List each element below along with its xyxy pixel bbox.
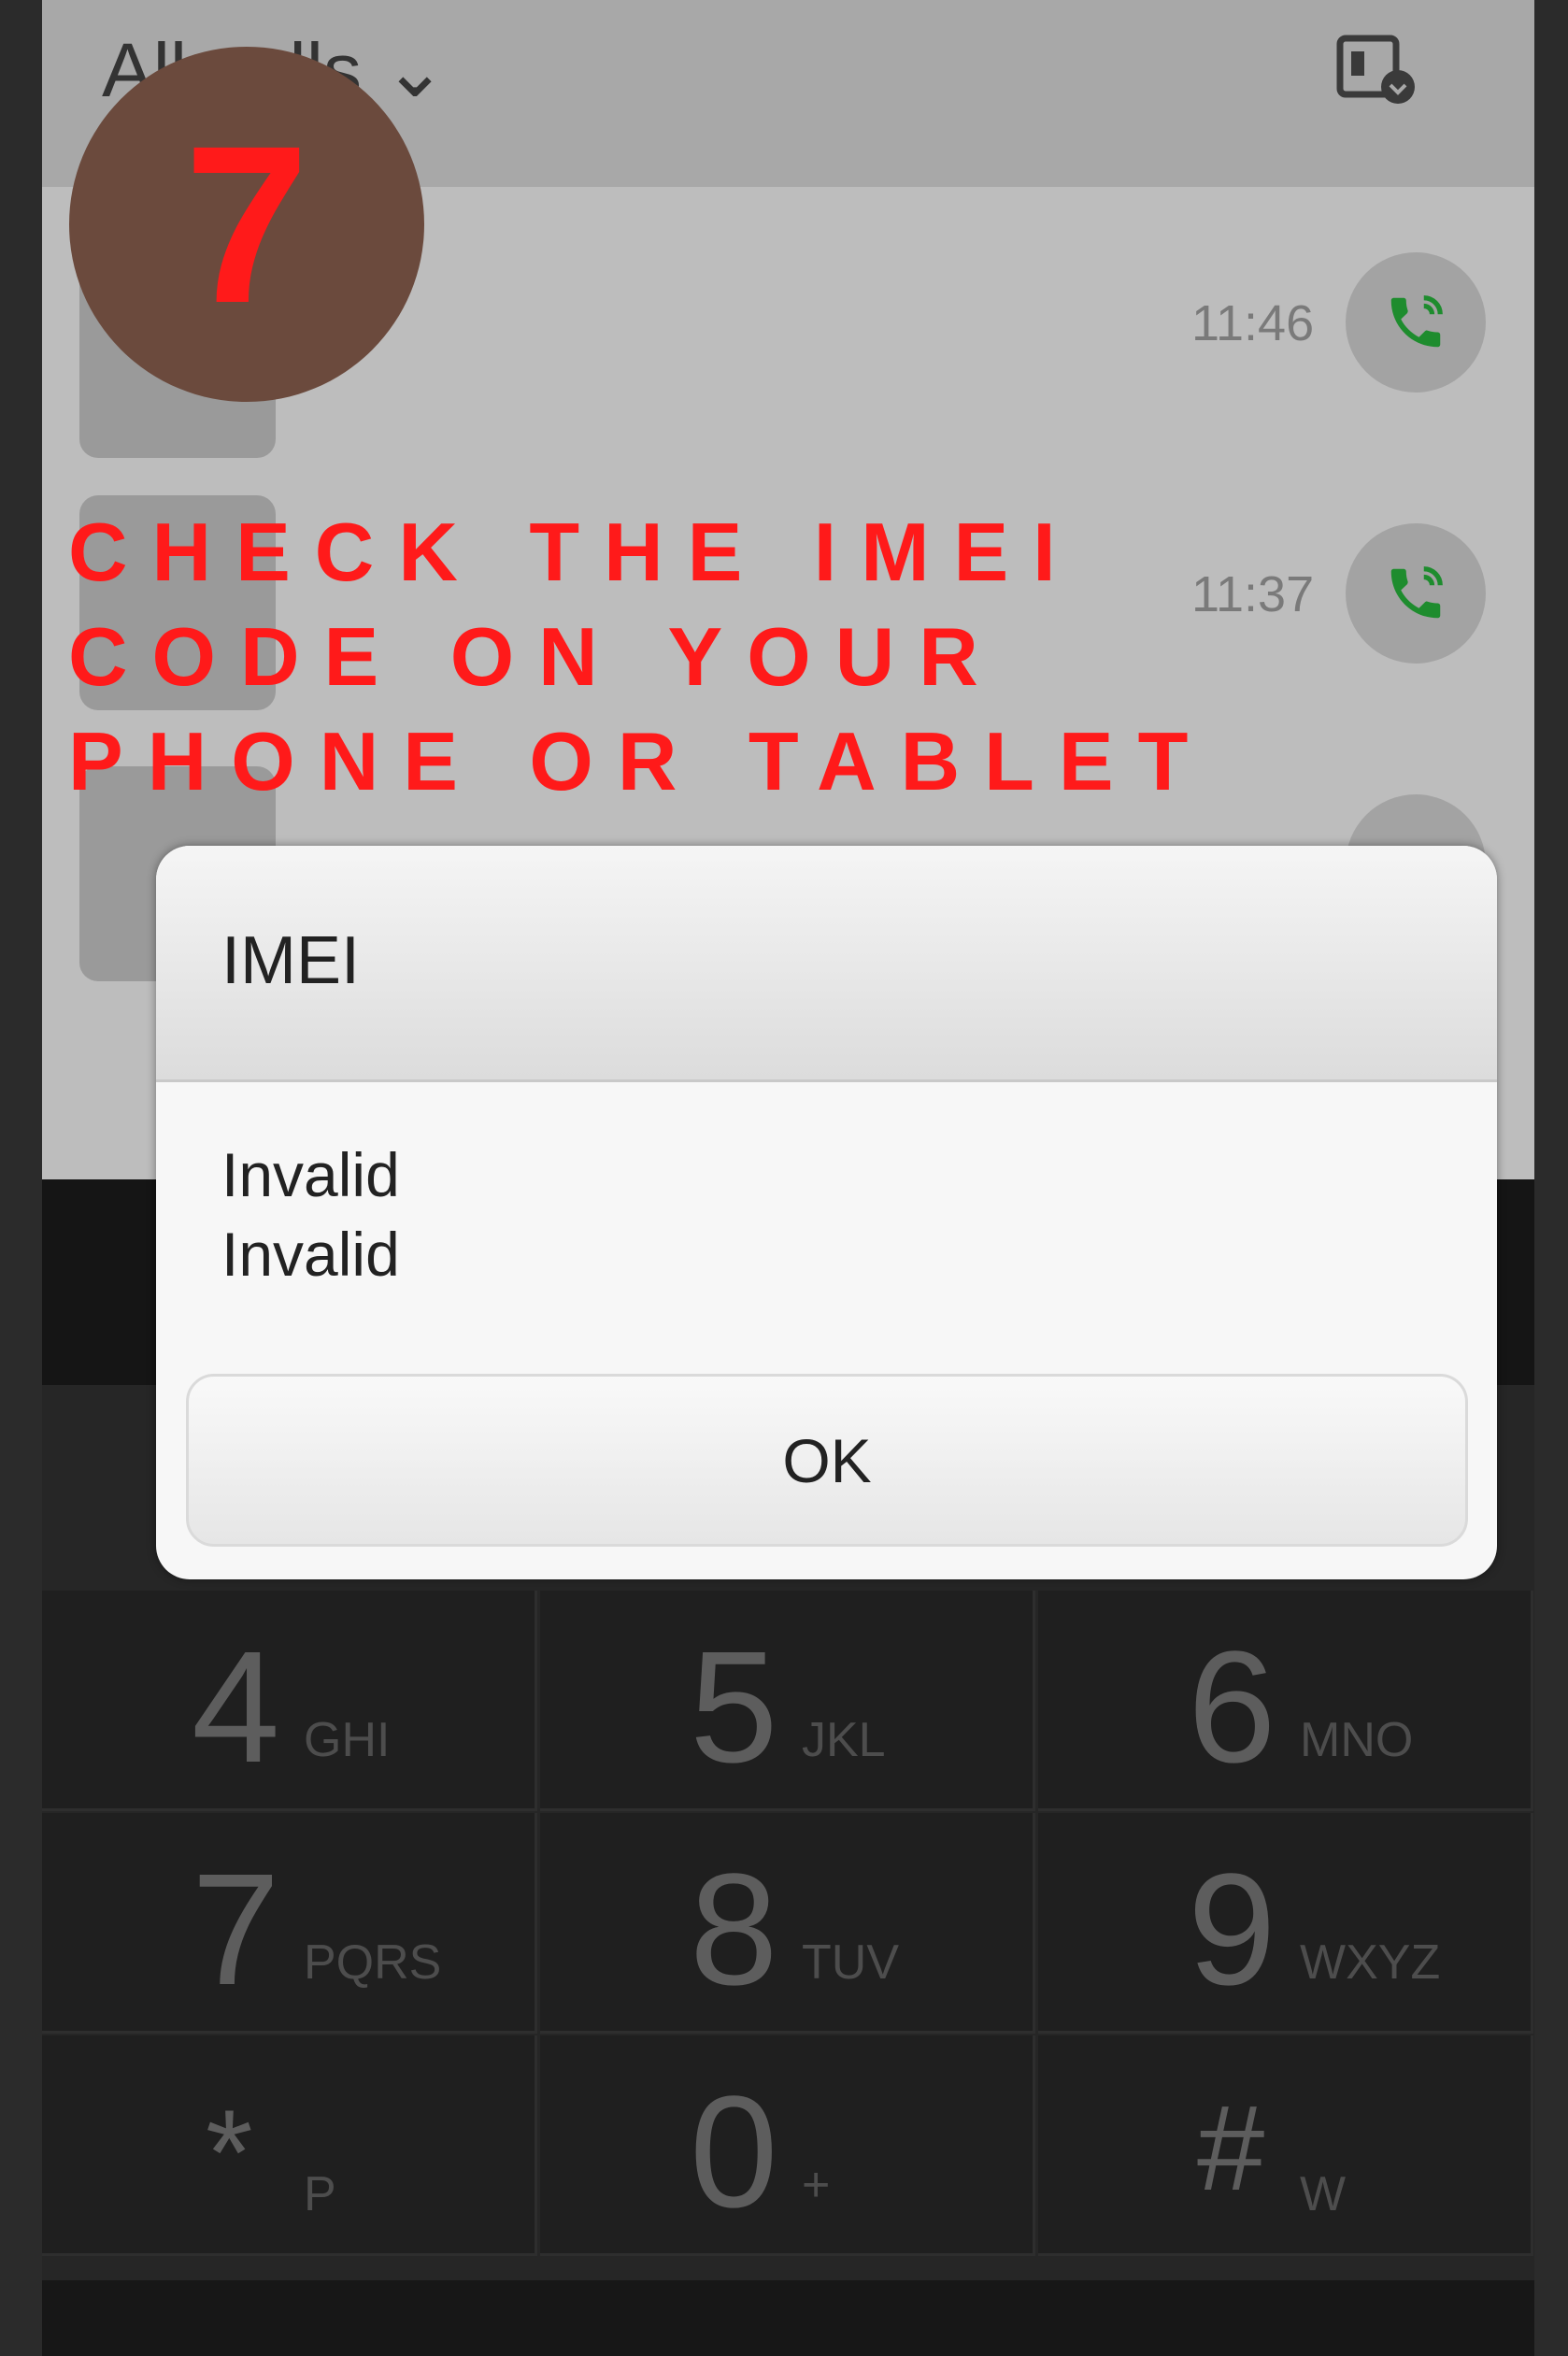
key-digit: # [1197, 2079, 1265, 2216]
call-back-button[interactable] [1346, 252, 1486, 393]
key-letters: GHI [304, 1713, 391, 1767]
ok-button[interactable]: OK [186, 1374, 1468, 1547]
chevron-down-icon: ⌄ [382, 28, 448, 113]
imei-value-1: Invalid [221, 1140, 400, 1209]
step-number: 7 [184, 99, 309, 350]
key-9[interactable]: 9 WXYZ [1038, 1813, 1533, 2034]
key-6[interactable]: 6 MNO [1038, 1591, 1533, 1811]
key-star[interactable]: * P [42, 2035, 537, 2256]
key-hash[interactable]: # W [1038, 2035, 1533, 2256]
key-digit: 5 [690, 1619, 778, 1796]
key-letters: TUV [802, 1935, 899, 1990]
overlay-caption: CHECK THE IMEI CODE ON YOUR PHONE OR TAB… [68, 506, 1213, 807]
call-time: 11:46 [1191, 295, 1315, 351]
key-7[interactable]: 7 PQRS [42, 1813, 537, 2034]
key-0[interactable]: 0 + [540, 2035, 1035, 2256]
imei-dialog: IMEI Invalid Invalid OK [156, 846, 1497, 1579]
key-5[interactable]: 5 JKL [540, 1591, 1035, 1811]
key-letters: MNO [1300, 1713, 1414, 1767]
imei-value-2: Invalid [221, 1220, 400, 1289]
key-digit: 7 [192, 1841, 280, 2019]
key-digit: 0 [690, 2063, 778, 2241]
step-badge: 7 [69, 47, 424, 402]
key-4[interactable]: 4 GHI [42, 1591, 537, 1811]
key-digit: 8 [690, 1841, 778, 2019]
key-digit: 4 [192, 1619, 280, 1796]
dialog-message: Invalid Invalid [221, 1135, 400, 1294]
dialer-action-bar [42, 2280, 1534, 2356]
phone-call-icon [1390, 566, 1443, 619]
dialog-header: IMEI [156, 846, 1497, 1082]
key-8[interactable]: 8 TUV [540, 1813, 1035, 2034]
dialog-title: IMEI [221, 923, 361, 998]
sim-card-icon[interactable] [1336, 33, 1420, 107]
phone-call-icon [1390, 295, 1443, 348]
key-digit: 9 [1188, 1841, 1276, 2019]
key-letters: P [304, 2167, 336, 2221]
key-letters: JKL [802, 1713, 886, 1767]
call-back-button[interactable] [1346, 523, 1486, 664]
key-letters: + [802, 2158, 831, 2212]
key-letters: WXYZ [1300, 1935, 1441, 1990]
key-digit: * [206, 2084, 253, 2220]
key-letters: W [1300, 2167, 1347, 2221]
key-digit: 6 [1188, 1619, 1276, 1796]
key-letters: PQRS [304, 1935, 442, 1990]
